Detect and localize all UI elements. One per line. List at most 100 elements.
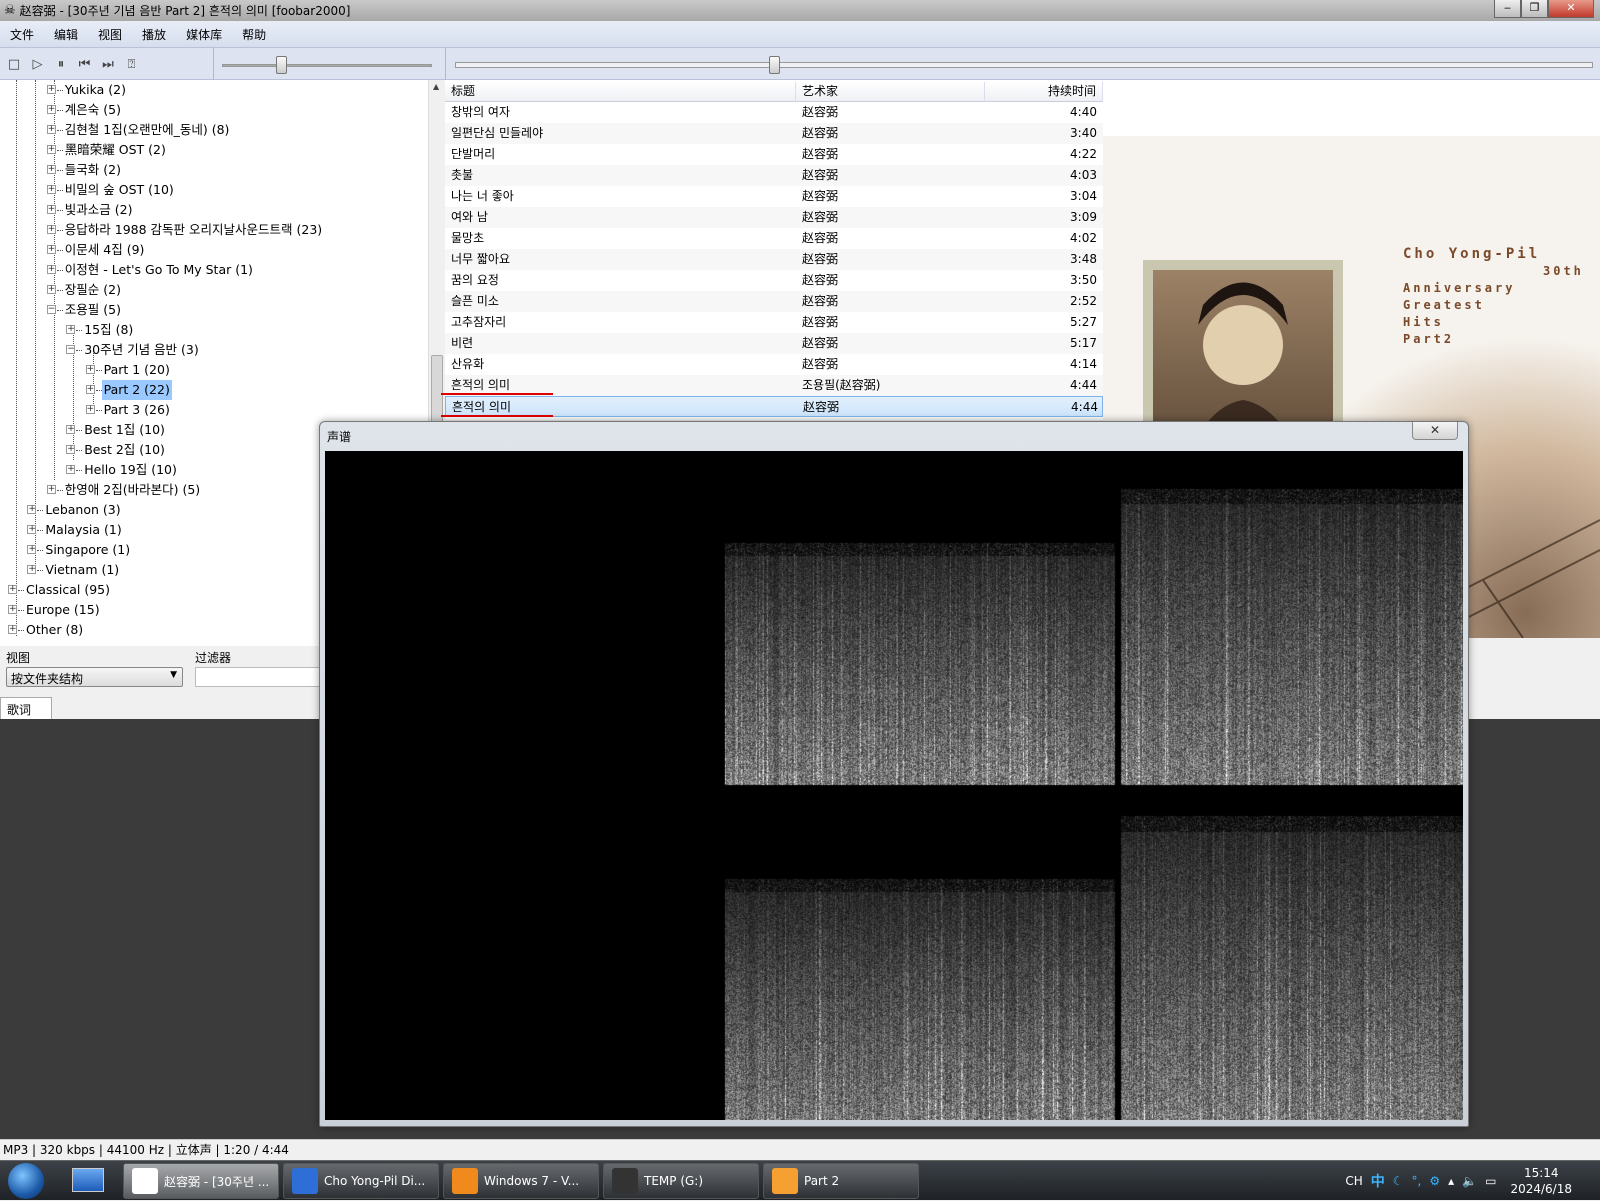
- playlist-row[interactable]: 물망초 赵容弼 4:02: [445, 228, 1103, 249]
- seek-bar-thumb[interactable]: [769, 56, 780, 74]
- play-icon[interactable]: ▷: [30, 57, 46, 73]
- playlist-row[interactable]: 창밖의 여자 赵容弼 4:40: [445, 102, 1103, 123]
- gear-icon[interactable]: ⚙: [1429, 1174, 1440, 1188]
- expand-icon[interactable]: +: [47, 245, 56, 254]
- column-header-artist[interactable]: 艺术家: [796, 82, 985, 102]
- expand-icon[interactable]: +: [66, 445, 75, 454]
- maximize-button[interactable]: ❐: [1521, 0, 1548, 18]
- tree-node[interactable]: + 빛과소금 (2): [0, 200, 420, 220]
- menu-help[interactable]: 帮助: [242, 26, 266, 43]
- next-icon[interactable]: ⏭: [100, 57, 116, 73]
- expand-icon[interactable]: +: [47, 285, 56, 294]
- tree-node[interactable]: + 들국화 (2): [0, 160, 420, 180]
- playlist-row[interactable]: 흔적의 의미 赵容弼 4:44: [445, 396, 1103, 417]
- tree-node[interactable]: + Yukika (2): [0, 80, 420, 100]
- playlist-row[interactable]: 촛불 赵容弼 4:03: [445, 165, 1103, 186]
- expand-icon[interactable]: +: [47, 105, 56, 114]
- expand-icon[interactable]: +: [86, 405, 95, 414]
- taskbar-button[interactable]: Windows 7 - V...: [443, 1163, 599, 1199]
- seek-bar[interactable]: [455, 62, 1593, 68]
- start-button[interactable]: [8, 1163, 44, 1199]
- tree-node[interactable]: + 장필순 (2): [0, 280, 420, 300]
- volume-slider-thumb[interactable]: [276, 56, 287, 74]
- expand-icon[interactable]: +: [47, 185, 56, 194]
- tree-node[interactable]: + 계은숙 (5): [0, 100, 420, 120]
- expand-icon[interactable]: +: [47, 205, 56, 214]
- tray-expand-icon[interactable]: ▴: [1448, 1174, 1454, 1188]
- column-header-title[interactable]: 标题: [445, 82, 796, 102]
- expand-icon[interactable]: +: [27, 505, 36, 514]
- punctuation-icon[interactable]: °,: [1412, 1174, 1422, 1188]
- taskbar-button[interactable]: TEMP (G:): [603, 1163, 759, 1199]
- expand-icon[interactable]: +: [27, 525, 36, 534]
- minimize-button[interactable]: ‒: [1494, 0, 1521, 18]
- show-desktop-icon[interactable]: [72, 1168, 104, 1192]
- language-indicator[interactable]: CH: [1345, 1174, 1362, 1188]
- expand-icon[interactable]: +: [47, 165, 56, 174]
- tree-node[interactable]: + Part 3 (26): [0, 400, 420, 420]
- column-header-duration[interactable]: 持续时间: [985, 82, 1103, 102]
- expand-icon[interactable]: +: [66, 465, 75, 474]
- playlist-row[interactable]: 산유화 赵容弼 4:14: [445, 354, 1103, 375]
- network-icon[interactable]: ▭: [1485, 1174, 1496, 1188]
- expand-icon[interactable]: +: [66, 325, 75, 334]
- playlist-row[interactable]: 꿈의 요정 赵容弼 3:50: [445, 270, 1103, 291]
- view-dropdown[interactable]: 按文件夹结构 ▼: [6, 667, 183, 687]
- volume-slider[interactable]: [222, 64, 432, 67]
- playlist-row[interactable]: 비련 赵容弼 5:17: [445, 333, 1103, 354]
- tree-node[interactable]: + 黑暗荣耀 OST (2): [0, 140, 420, 160]
- tree-node[interactable]: + 김현철 1집(오랜만에_동네) (8): [0, 120, 420, 140]
- expand-icon[interactable]: +: [27, 565, 36, 574]
- expand-icon[interactable]: +: [8, 625, 17, 634]
- expand-icon[interactable]: +: [47, 125, 56, 134]
- expand-icon[interactable]: +: [47, 485, 56, 494]
- tree-node[interactable]: − 조용필 (5): [0, 300, 420, 320]
- spectrogram-close-button[interactable]: ✕: [1412, 422, 1458, 440]
- menu-view[interactable]: 视图: [98, 26, 122, 43]
- expand-icon[interactable]: +: [47, 145, 56, 154]
- taskbar-button[interactable]: 赵容弼 - [30주년 ...: [123, 1163, 279, 1199]
- tree-node[interactable]: + 이정현 - Let's Go To My Star (1): [0, 260, 420, 280]
- taskbar-button[interactable]: Part 2: [763, 1163, 919, 1199]
- playlist-row[interactable]: 단발머리 赵容弼 4:22: [445, 144, 1103, 165]
- clock[interactable]: 15:14 2024/6/18: [1510, 1165, 1572, 1197]
- moon-icon[interactable]: ☾: [1393, 1174, 1404, 1188]
- tree-node[interactable]: − 30주년 기념 음반 (3): [0, 340, 420, 360]
- expand-icon[interactable]: +: [8, 605, 17, 614]
- pause-icon[interactable]: ⏸: [53, 57, 69, 73]
- close-button[interactable]: ✕: [1548, 0, 1594, 18]
- expand-icon[interactable]: +: [66, 425, 75, 434]
- expand-icon[interactable]: +: [47, 225, 56, 234]
- menu-library[interactable]: 媒体库: [186, 26, 222, 43]
- tree-node[interactable]: + Part 1 (20): [0, 360, 420, 380]
- tab-lyrics[interactable]: 歌词: [0, 697, 52, 719]
- playlist-row[interactable]: 여와 남 赵容弼 3:09: [445, 207, 1103, 228]
- tree-node[interactable]: + 15집 (8): [0, 320, 420, 340]
- random-icon[interactable]: ⍰: [124, 57, 140, 73]
- tree-node[interactable]: + 응답하라 1988 감독판 오리지날사운드트랙 (23): [0, 220, 420, 240]
- expand-icon[interactable]: +: [27, 545, 36, 554]
- tree-node[interactable]: + Part 2 (22): [0, 380, 420, 400]
- expand-icon[interactable]: +: [8, 585, 17, 594]
- stop-icon[interactable]: □: [6, 57, 22, 73]
- menu-playback[interactable]: 播放: [142, 26, 166, 43]
- previous-icon[interactable]: ⏮: [77, 57, 93, 73]
- menu-file[interactable]: 文件: [10, 26, 34, 43]
- expand-icon[interactable]: +: [47, 85, 56, 94]
- playlist-row[interactable]: 일편단심 민들레야 赵容弼 3:40: [445, 123, 1103, 144]
- playlist-row[interactable]: 나는 너 좋아 赵容弼 3:04: [445, 186, 1103, 207]
- taskbar-button[interactable]: Cho Yong-Pil Di...: [283, 1163, 439, 1199]
- tree-node[interactable]: + 이문세 4집 (9): [0, 240, 420, 260]
- expand-icon[interactable]: +: [47, 265, 56, 274]
- ime-icon[interactable]: 中: [1371, 1171, 1385, 1191]
- volume-icon[interactable]: 🔈: [1462, 1174, 1477, 1188]
- expand-icon[interactable]: +: [86, 385, 95, 394]
- collapse-icon[interactable]: −: [47, 305, 56, 314]
- playlist-row[interactable]: 너무 짧아요 赵容弼 3:48: [445, 249, 1103, 270]
- tree-node[interactable]: + 비밀의 숲 OST (10): [0, 180, 420, 200]
- menu-edit[interactable]: 编辑: [54, 26, 78, 43]
- playlist-row[interactable]: 고추잠자리 赵容弼 5:27: [445, 312, 1103, 333]
- playlist-row[interactable]: 슬픈 미소 赵容弼 2:52: [445, 291, 1103, 312]
- expand-icon[interactable]: +: [86, 365, 95, 374]
- collapse-icon[interactable]: −: [66, 345, 75, 354]
